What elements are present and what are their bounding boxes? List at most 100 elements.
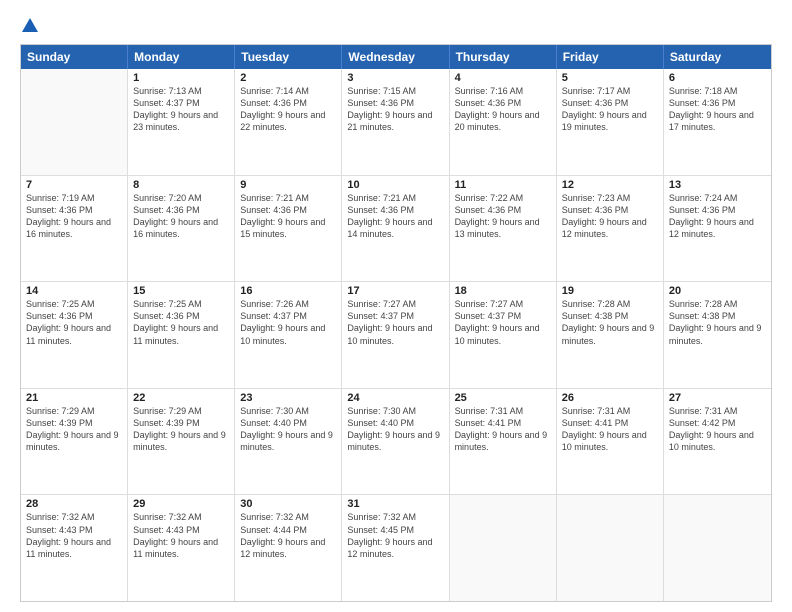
cal-cell: 7Sunrise: 7:19 AMSunset: 4:36 PMDaylight…	[21, 176, 128, 282]
cell-info: Sunrise: 7:28 AMSunset: 4:38 PMDaylight:…	[669, 298, 766, 347]
logo-text	[20, 18, 38, 34]
daylight: Daylight: 9 hours and 10 minutes.	[455, 322, 551, 346]
sunrise: Sunrise: 7:21 AM	[240, 192, 336, 204]
cell-info: Sunrise: 7:14 AMSunset: 4:36 PMDaylight:…	[240, 85, 336, 134]
sunrise: Sunrise: 7:17 AM	[562, 85, 658, 97]
sunset: Sunset: 4:43 PM	[133, 524, 229, 536]
cell-info: Sunrise: 7:17 AMSunset: 4:36 PMDaylight:…	[562, 85, 658, 134]
cal-cell: 20Sunrise: 7:28 AMSunset: 4:38 PMDayligh…	[664, 282, 771, 388]
sunset: Sunset: 4:45 PM	[347, 524, 443, 536]
cal-cell	[664, 495, 771, 601]
cal-cell: 26Sunrise: 7:31 AMSunset: 4:41 PMDayligh…	[557, 389, 664, 495]
day-number: 2	[240, 72, 336, 84]
cal-cell: 29Sunrise: 7:32 AMSunset: 4:43 PMDayligh…	[128, 495, 235, 601]
sunset: Sunset: 4:37 PM	[133, 97, 229, 109]
daylight: Daylight: 9 hours and 16 minutes.	[26, 216, 122, 240]
cell-info: Sunrise: 7:19 AMSunset: 4:36 PMDaylight:…	[26, 192, 122, 241]
day-number: 16	[240, 285, 336, 297]
sunrise: Sunrise: 7:18 AM	[669, 85, 766, 97]
cal-cell: 8Sunrise: 7:20 AMSunset: 4:36 PMDaylight…	[128, 176, 235, 282]
sunset: Sunset: 4:36 PM	[240, 97, 336, 109]
cal-cell: 14Sunrise: 7:25 AMSunset: 4:36 PMDayligh…	[21, 282, 128, 388]
sunset: Sunset: 4:43 PM	[26, 524, 122, 536]
cell-info: Sunrise: 7:31 AMSunset: 4:41 PMDaylight:…	[562, 405, 658, 454]
calendar-header-row: SundayMondayTuesdayWednesdayThursdayFrid…	[21, 45, 771, 69]
sunset: Sunset: 4:36 PM	[562, 204, 658, 216]
sunrise: Sunrise: 7:19 AM	[26, 192, 122, 204]
daylight: Daylight: 9 hours and 20 minutes.	[455, 109, 551, 133]
sunrise: Sunrise: 7:14 AM	[240, 85, 336, 97]
sunrise: Sunrise: 7:30 AM	[347, 405, 443, 417]
sunset: Sunset: 4:40 PM	[240, 417, 336, 429]
sunrise: Sunrise: 7:26 AM	[240, 298, 336, 310]
header	[20, 18, 772, 34]
sunset: Sunset: 4:36 PM	[669, 204, 766, 216]
cell-info: Sunrise: 7:25 AMSunset: 4:36 PMDaylight:…	[133, 298, 229, 347]
sunrise: Sunrise: 7:20 AM	[133, 192, 229, 204]
sunset: Sunset: 4:37 PM	[347, 310, 443, 322]
daylight: Daylight: 9 hours and 9 minutes.	[133, 429, 229, 453]
sunrise: Sunrise: 7:22 AM	[455, 192, 551, 204]
sunrise: Sunrise: 7:28 AM	[669, 298, 766, 310]
cal-cell	[21, 69, 128, 175]
sunrise: Sunrise: 7:25 AM	[133, 298, 229, 310]
cal-cell: 13Sunrise: 7:24 AMSunset: 4:36 PMDayligh…	[664, 176, 771, 282]
day-number: 28	[26, 498, 122, 510]
day-number: 27	[669, 392, 766, 404]
sunrise: Sunrise: 7:31 AM	[669, 405, 766, 417]
day-number: 19	[562, 285, 658, 297]
sunrise: Sunrise: 7:31 AM	[455, 405, 551, 417]
day-number: 18	[455, 285, 551, 297]
cal-row-week-2: 7Sunrise: 7:19 AMSunset: 4:36 PMDaylight…	[21, 176, 771, 283]
sunset: Sunset: 4:36 PM	[133, 204, 229, 216]
sunrise: Sunrise: 7:32 AM	[240, 511, 336, 523]
sunrise: Sunrise: 7:29 AM	[133, 405, 229, 417]
sunset: Sunset: 4:41 PM	[455, 417, 551, 429]
cal-cell: 17Sunrise: 7:27 AMSunset: 4:37 PMDayligh…	[342, 282, 449, 388]
sunrise: Sunrise: 7:27 AM	[347, 298, 443, 310]
daylight: Daylight: 9 hours and 23 minutes.	[133, 109, 229, 133]
cell-info: Sunrise: 7:27 AMSunset: 4:37 PMDaylight:…	[347, 298, 443, 347]
cal-cell: 2Sunrise: 7:14 AMSunset: 4:36 PMDaylight…	[235, 69, 342, 175]
cell-info: Sunrise: 7:20 AMSunset: 4:36 PMDaylight:…	[133, 192, 229, 241]
cal-cell: 21Sunrise: 7:29 AMSunset: 4:39 PMDayligh…	[21, 389, 128, 495]
cell-info: Sunrise: 7:32 AMSunset: 4:43 PMDaylight:…	[133, 511, 229, 560]
day-number: 11	[455, 179, 551, 191]
sunset: Sunset: 4:42 PM	[669, 417, 766, 429]
day-number: 25	[455, 392, 551, 404]
day-number: 31	[347, 498, 443, 510]
cal-header-cell-saturday: Saturday	[664, 45, 771, 69]
sunset: Sunset: 4:36 PM	[133, 310, 229, 322]
daylight: Daylight: 9 hours and 21 minutes.	[347, 109, 443, 133]
day-number: 29	[133, 498, 229, 510]
cal-cell: 4Sunrise: 7:16 AMSunset: 4:36 PMDaylight…	[450, 69, 557, 175]
sunset: Sunset: 4:36 PM	[26, 204, 122, 216]
cal-cell: 31Sunrise: 7:32 AMSunset: 4:45 PMDayligh…	[342, 495, 449, 601]
sunset: Sunset: 4:36 PM	[455, 204, 551, 216]
sunrise: Sunrise: 7:31 AM	[562, 405, 658, 417]
sunrise: Sunrise: 7:32 AM	[133, 511, 229, 523]
cell-info: Sunrise: 7:21 AMSunset: 4:36 PMDaylight:…	[240, 192, 336, 241]
day-number: 15	[133, 285, 229, 297]
sunset: Sunset: 4:40 PM	[347, 417, 443, 429]
cal-header-cell-friday: Friday	[557, 45, 664, 69]
daylight: Daylight: 9 hours and 10 minutes.	[347, 322, 443, 346]
cell-info: Sunrise: 7:29 AMSunset: 4:39 PMDaylight:…	[133, 405, 229, 454]
sunset: Sunset: 4:36 PM	[347, 204, 443, 216]
cal-cell: 3Sunrise: 7:15 AMSunset: 4:36 PMDaylight…	[342, 69, 449, 175]
sunset: Sunset: 4:36 PM	[562, 97, 658, 109]
sunrise: Sunrise: 7:24 AM	[669, 192, 766, 204]
sunrise: Sunrise: 7:25 AM	[26, 298, 122, 310]
cell-info: Sunrise: 7:22 AMSunset: 4:36 PMDaylight:…	[455, 192, 551, 241]
daylight: Daylight: 9 hours and 13 minutes.	[455, 216, 551, 240]
sunset: Sunset: 4:36 PM	[240, 204, 336, 216]
cell-info: Sunrise: 7:29 AMSunset: 4:39 PMDaylight:…	[26, 405, 122, 454]
day-number: 4	[455, 72, 551, 84]
cal-header-cell-sunday: Sunday	[21, 45, 128, 69]
daylight: Daylight: 9 hours and 9 minutes.	[26, 429, 122, 453]
cell-info: Sunrise: 7:24 AMSunset: 4:36 PMDaylight:…	[669, 192, 766, 241]
day-number: 24	[347, 392, 443, 404]
day-number: 17	[347, 285, 443, 297]
day-number: 9	[240, 179, 336, 191]
daylight: Daylight: 9 hours and 14 minutes.	[347, 216, 443, 240]
